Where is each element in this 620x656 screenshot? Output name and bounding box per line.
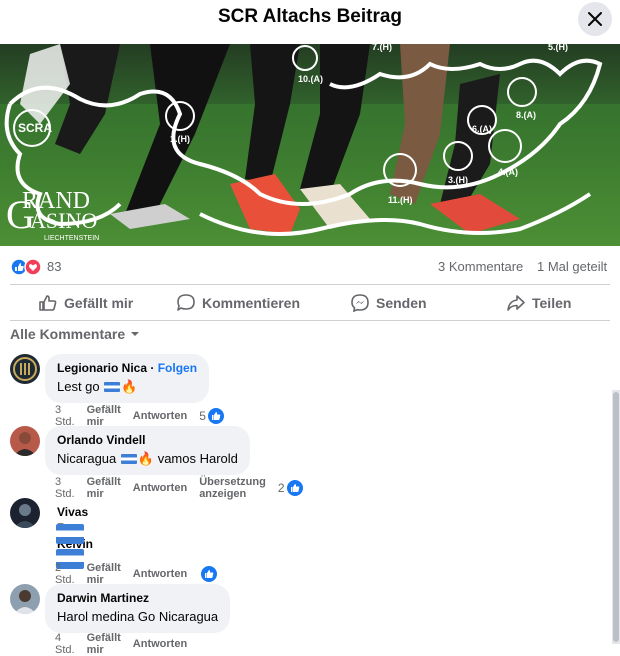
comment-reply-button[interactable]: Antworten: [133, 482, 187, 494]
comment-bubble: Darwin Martinez Harol medina Go Nicaragu…: [45, 584, 231, 633]
match-label: 10.(A): [298, 74, 323, 84]
match-label: 1.(H): [170, 134, 190, 144]
comment-reply-button[interactable]: Antworten: [133, 410, 187, 422]
comment-meta: 3 Std. Gefällt mir Antworten Übersetzung…: [55, 476, 315, 500]
match-label: 5.(H): [548, 44, 568, 52]
comment-meta: 4 Std. Gefällt mir Antworten: [55, 632, 199, 656]
sponsor-sub: LIECHTENSTEIN: [44, 235, 99, 242]
comment-time[interactable]: 3 Std.: [55, 476, 75, 500]
comment-like-button[interactable]: Gefällt mir: [87, 404, 121, 428]
comment-like-button[interactable]: Gefällt mir: [87, 632, 121, 656]
divider: [10, 284, 610, 285]
sponsor-line2: ASINO: [30, 208, 97, 233]
close-button[interactable]: [578, 2, 612, 36]
comment-like-button[interactable]: Gefällt mir: [87, 476, 121, 500]
reaction-icons[interactable]: [10, 258, 44, 276]
match-label: 6.(A): [472, 124, 492, 134]
share-icon: [507, 295, 525, 311]
comment-button[interactable]: Kommentieren: [176, 286, 300, 320]
fire-icon: 🔥: [121, 379, 138, 394]
match-label: 3.(H): [448, 175, 468, 185]
avatar[interactable]: [10, 354, 40, 384]
close-icon: [588, 12, 602, 26]
dialog-header: SCR Altachs Beitrag: [0, 0, 620, 44]
comment-meta: 2 Std. Gefällt mir Antworten: [55, 562, 229, 586]
match-label: 7.(H): [372, 44, 392, 52]
comment-meta: 3 Std. Gefällt mir Antworten 5: [55, 404, 236, 428]
match-label: 11.(H): [388, 195, 413, 205]
divider: [10, 320, 610, 321]
comment-label: Kommentieren: [202, 295, 301, 311]
avatar[interactable]: [10, 498, 40, 528]
comment-time[interactable]: 3 Std.: [55, 404, 75, 428]
comment-like-button[interactable]: Gefällt mir: [87, 562, 121, 586]
comment-text: Lest go 🔥: [57, 379, 138, 394]
share-button[interactable]: Teilen: [506, 286, 571, 320]
nicaragua-flag-icon: [104, 382, 121, 392]
comment-bubble: Orlando Vindell Nicaragua 🔥 vamos Harold: [45, 426, 250, 475]
thumbs-up-icon: [39, 295, 57, 311]
comment-bubble: Legionario Nica · Folgen Lest go 🔥: [45, 354, 210, 403]
share-count[interactable]: 1 Mal geteilt: [537, 259, 607, 274]
comment-author[interactable]: Orlando Vindell: [57, 432, 238, 448]
dialog-title: SCR Altachs Beitrag: [217, 6, 403, 27]
like-button[interactable]: Gefällt mir: [38, 286, 133, 320]
reactions-summary: 83 3 Kommentare 1 Mal geteilt: [0, 250, 620, 284]
post-image-graphic: SCRA RAND ASINO LIECHTENSTEIN G C 10.(A)…: [0, 44, 620, 246]
club-abbr: SCRA: [18, 121, 52, 135]
translate-button[interactable]: Übersetzung anzeigen: [199, 476, 266, 500]
chevron-down-icon: [131, 332, 140, 336]
comment-sort-label: Alle Kommentare: [10, 326, 126, 342]
send-button[interactable]: Senden: [350, 286, 427, 320]
comment-reply-button[interactable]: Antworten: [133, 638, 187, 650]
avatar[interactable]: [10, 426, 40, 456]
comment-like-count[interactable]: 2: [278, 480, 315, 496]
share-label: Teilen: [532, 295, 572, 311]
comment-like-count[interactable]: [199, 566, 229, 582]
comment-reply-button[interactable]: Antworten: [133, 568, 187, 580]
comment-author[interactable]: Legionario Nica: [57, 361, 147, 375]
match-label: 4.(A): [498, 167, 518, 177]
follow-link[interactable]: Folgen: [158, 361, 197, 375]
comment-text: Harol medina Go Nicaragua: [57, 609, 219, 624]
like-label: Gefällt mir: [64, 295, 134, 311]
nicaragua-flag-icon: [120, 454, 137, 464]
comment-count[interactable]: 3 Kommentare: [438, 259, 523, 274]
reaction-count[interactable]: 83: [47, 259, 61, 274]
comment-like-count[interactable]: 5: [199, 408, 236, 424]
post-actions: Gefällt mir Kommentieren Senden Teilen: [0, 286, 620, 320]
comment-icon: [177, 294, 195, 311]
comment-time[interactable]: 2 Std.: [55, 562, 75, 586]
comment-author[interactable]: Darwin Martinez: [57, 590, 218, 606]
post-image[interactable]: SCRA RAND ASINO LIECHTENSTEIN G C 10.(A)…: [0, 44, 620, 246]
scrollbar-thumb[interactable]: [613, 392, 619, 642]
comment-text: Nicaragua 🔥 vamos Harold: [57, 451, 238, 466]
comment-time[interactable]: 4 Std.: [55, 632, 75, 656]
fire-icon: 🔥: [137, 451, 155, 466]
messenger-icon: [351, 294, 369, 313]
nicaragua-flag-icon: [56, 524, 84, 544]
match-label: 8.(A): [516, 110, 536, 120]
send-label: Senden: [376, 295, 427, 311]
avatar[interactable]: [10, 584, 40, 614]
comment-sort-dropdown[interactable]: Alle Kommentare: [10, 326, 143, 342]
